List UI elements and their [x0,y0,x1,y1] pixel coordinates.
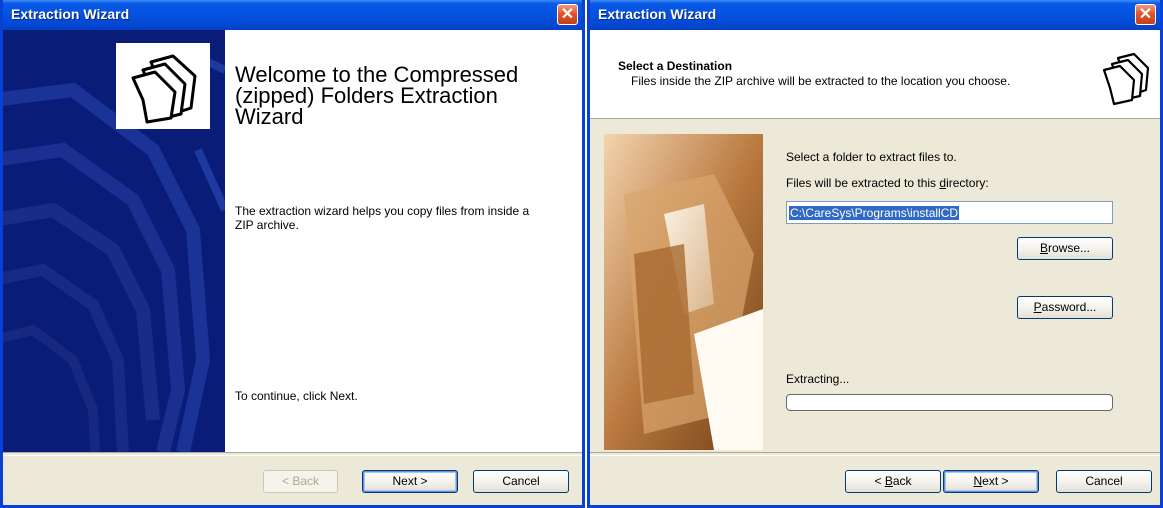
close-button[interactable]: ✕ [1135,4,1156,25]
welcome-heading: Welcome to the Compressed (zipped) Folde… [235,62,519,129]
password-button-label: Password... [1033,300,1097,314]
next-button-label: Next > [392,474,428,488]
welcome-content: Welcome to the Compressed (zipped) Folde… [225,30,582,452]
welcome-wizard-window: Extraction Wizard ✕ Welcome to the Compr… [0,0,585,508]
next-button-label: Next > [973,474,1009,488]
continue-instruction: To continue, click Next. [235,389,358,403]
back-button[interactable]: < Back [845,470,941,493]
back-button[interactable]: < Back [263,470,338,493]
footer-divider [3,452,582,456]
cancel-button-label: Cancel [1085,474,1123,488]
cancel-button-label: Cancel [502,474,540,488]
page-subtitle: Files inside the ZIP archive will be ext… [631,74,1011,88]
back-button-label: < Back [874,474,912,488]
wizard-side-photo [604,134,763,450]
browse-button-label: Browse... [1039,241,1091,255]
welcome-description: The extraction wizard helps you copy fil… [235,204,530,232]
cancel-button[interactable]: Cancel [473,470,569,493]
close-button[interactable]: ✕ [557,4,578,25]
extracting-label: Extracting... [786,372,850,386]
page-title: Select a Destination [618,59,733,73]
next-button[interactable]: Next > [943,470,1039,493]
destination-wizard-window: Extraction Wizard ✕ Select a Destination… [587,0,1163,508]
destination-path-value: C:\CareSys\Programs\installCD [789,206,960,220]
browse-button[interactable]: Browse... [1017,237,1113,260]
wizard-header: Select a Destination Files inside the ZI… [590,30,1160,119]
window-title: Extraction Wizard [11,6,130,22]
cancel-button[interactable]: Cancel [1056,470,1152,493]
title-bar[interactable]: Extraction Wizard ✕ [590,0,1160,30]
destination-path-input[interactable]: C:\CareSys\Programs\installCD [786,201,1113,224]
extraction-progress-bar [786,394,1113,411]
directory-label: Files will be extracted to this director… [786,176,989,190]
title-bar[interactable]: Extraction Wizard ✕ [3,0,582,30]
password-button[interactable]: Password... [1017,296,1113,319]
zip-folders-icon [121,48,205,124]
wizard-side-banner [3,30,225,452]
folder-instruction: Select a folder to extract files to. [786,150,957,164]
next-button[interactable]: Next > [362,470,458,493]
footer-divider [590,452,1160,456]
window-title: Extraction Wizard [598,6,717,22]
wizard-icon-frame [116,43,210,129]
back-button-label: < Back [281,474,320,488]
zip-folders-icon [1098,50,1154,106]
